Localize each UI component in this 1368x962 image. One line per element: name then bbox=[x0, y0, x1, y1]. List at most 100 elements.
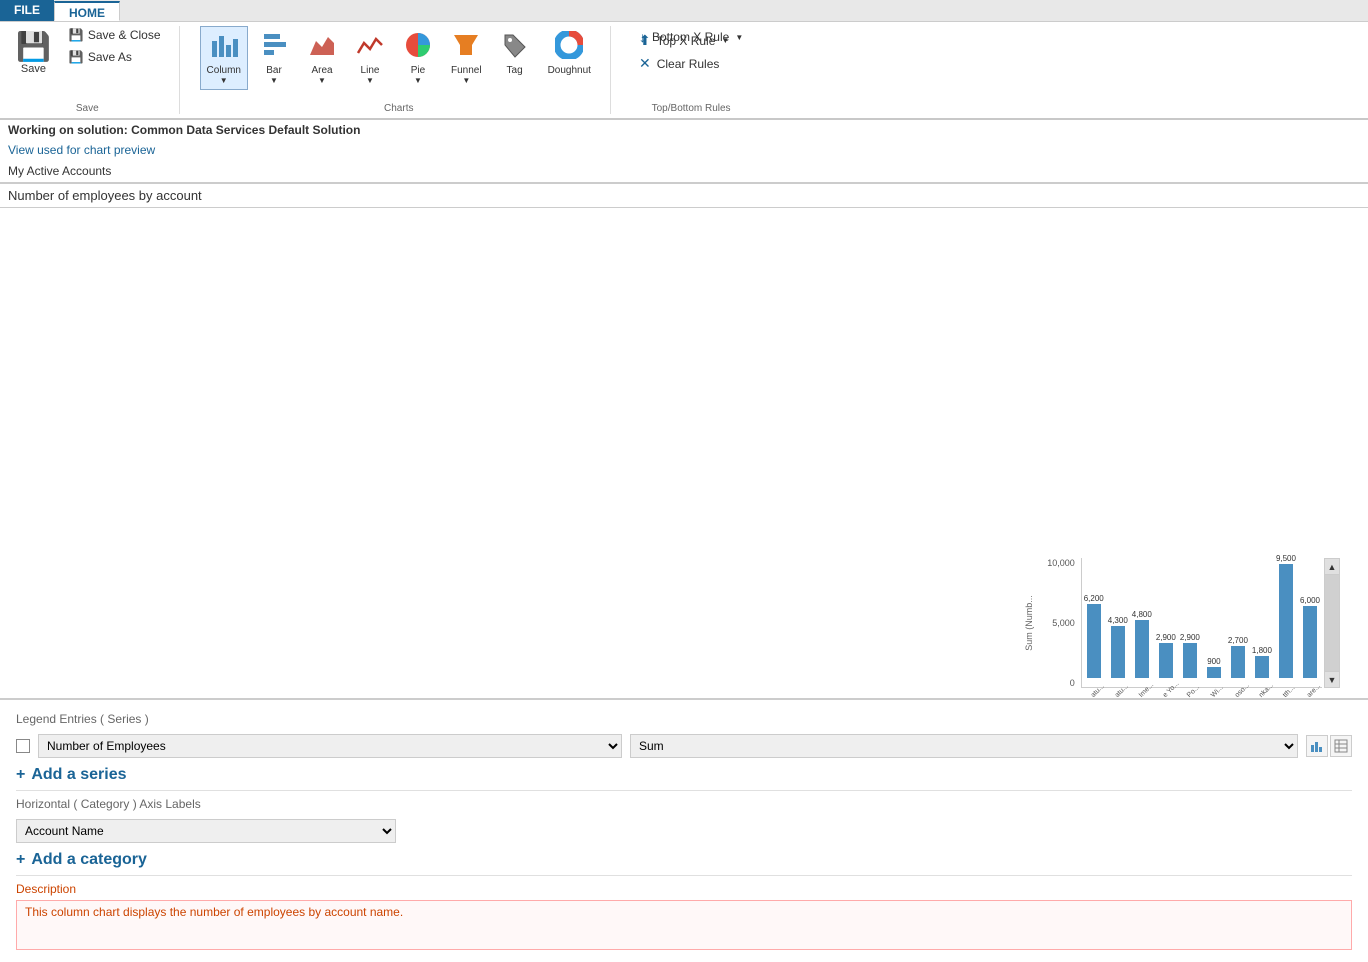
bar-rect-5 bbox=[1207, 667, 1221, 678]
doughnut-icon bbox=[555, 31, 583, 65]
series-field-select[interactable]: Number of Employees bbox=[38, 734, 622, 758]
tab-home[interactable]: HOME bbox=[54, 1, 120, 21]
chart-funnel-button[interactable]: Funnel ▼ bbox=[444, 26, 489, 90]
description-section: Description This column chart displays t… bbox=[16, 882, 1352, 950]
clear-rules-button[interactable]: ✕ Clear Rules bbox=[631, 52, 727, 75]
save-icon: 💾 bbox=[16, 30, 51, 63]
line-label: Line bbox=[361, 65, 380, 76]
clear-rules-icon: ✕ bbox=[639, 55, 651, 72]
series-checkbox[interactable] bbox=[16, 739, 30, 753]
chart-line-button[interactable]: Line ▼ bbox=[348, 26, 392, 90]
series-table-icon-btn[interactable] bbox=[1330, 735, 1352, 757]
tab-file[interactable]: FILE bbox=[0, 0, 54, 21]
category-field-select[interactable]: Account Name bbox=[16, 819, 396, 843]
bar-9: 6,000 are... bbox=[1300, 596, 1320, 687]
bar-rect-1 bbox=[1111, 626, 1125, 678]
area-dropdown-icon: ▼ bbox=[318, 76, 326, 85]
chart-area-button[interactable]: Area ▼ bbox=[300, 26, 344, 90]
y-tick-0: 0 bbox=[1070, 678, 1075, 688]
topbottom-group-title: Top/Bottom Rules bbox=[631, 99, 751, 114]
doughnut-label: Doughnut bbox=[548, 65, 591, 76]
scrollbar-thumb bbox=[1325, 575, 1339, 671]
save-close-label: Save & Close bbox=[88, 28, 161, 42]
tag-label: Tag bbox=[507, 65, 523, 76]
add-category-row[interactable]: + Add a category bbox=[16, 851, 1352, 869]
view-link[interactable]: View used for chart preview bbox=[0, 140, 1368, 160]
top-x-label: Top X Rule bbox=[657, 34, 716, 48]
save-as-label: Save As bbox=[88, 50, 132, 64]
chart-column-button[interactable]: Column ▼ bbox=[200, 26, 248, 90]
bar-8: 9,500 tth... bbox=[1276, 554, 1296, 687]
category-row: Account Name bbox=[16, 819, 1352, 843]
legend-section-title: Legend Entries ( Series ) bbox=[16, 712, 1352, 726]
chart-title-input[interactable] bbox=[8, 188, 1360, 203]
aggregation-select[interactable]: Sum Count Avg Min Max bbox=[630, 734, 1298, 758]
line-dropdown-icon: ▼ bbox=[366, 76, 374, 85]
top-x-icon: ⬆ bbox=[639, 32, 651, 49]
y-tick-5000: 5,000 bbox=[1052, 618, 1075, 628]
description-label: Description bbox=[16, 882, 1352, 896]
save-close-button[interactable]: 💾 Save & Close bbox=[63, 26, 167, 44]
axis-section-title: Horizontal ( Category ) Axis Labels bbox=[16, 797, 1352, 811]
top-x-rule-button[interactable]: ⬆ Top X Rule ▼ bbox=[631, 29, 737, 52]
funnel-label: Funnel bbox=[451, 65, 482, 76]
series-bar-icon-btn[interactable] bbox=[1306, 735, 1328, 757]
description-text: This column chart displays the number of… bbox=[16, 900, 1352, 950]
save-as-icon: 💾 bbox=[69, 50, 84, 64]
column-dropdown-icon: ▼ bbox=[220, 76, 228, 85]
chart-area: 10,000 5,000 0 Sum (Numb... 6,200 atu...… bbox=[0, 208, 1368, 698]
add-series-row[interactable]: + Add a series bbox=[16, 766, 1352, 784]
chart-tag-button[interactable]: Tag bbox=[493, 26, 537, 81]
bar-rect-8 bbox=[1279, 564, 1293, 678]
series-action-buttons bbox=[1306, 735, 1352, 757]
bar-rect-2 bbox=[1135, 620, 1149, 678]
add-series-label: Add a series bbox=[31, 766, 126, 784]
column-icon bbox=[210, 31, 238, 65]
funnel-dropdown-icon: ▼ bbox=[462, 76, 470, 85]
y-axis: 10,000 5,000 0 Sum (Numb... bbox=[1047, 558, 1077, 688]
save-buttons: 💾 Save 💾 Save & Close 💾 Save As bbox=[8, 26, 167, 99]
main-content: 10,000 5,000 0 Sum (Numb... 6,200 atu...… bbox=[0, 208, 1368, 698]
scrollbar-up-btn[interactable]: ▲ bbox=[1325, 559, 1339, 575]
series-row: Number of Employees Sum Count Avg Min Ma… bbox=[16, 734, 1352, 758]
y-axis-label: Sum (Numb... bbox=[1024, 595, 1034, 651]
chart-pie-button[interactable]: Pie ▼ bbox=[396, 26, 440, 90]
chart-wrapper: 10,000 5,000 0 Sum (Numb... 6,200 atu...… bbox=[1047, 558, 1340, 688]
pie-label: Pie bbox=[411, 65, 425, 76]
save-group-title: Save bbox=[8, 99, 167, 114]
y-tick-10000: 10,000 bbox=[1047, 558, 1075, 568]
tab-bar: FILE HOME bbox=[0, 0, 1368, 22]
area-label: Area bbox=[311, 65, 332, 76]
save-sub-buttons: 💾 Save & Close 💾 Save As bbox=[63, 26, 167, 66]
bar-5: 900 Wi... bbox=[1204, 657, 1224, 687]
status-bar: Working on solution: Common Data Service… bbox=[0, 120, 1368, 184]
chart-buttons: Column ▼ Bar ▼ bbox=[200, 26, 598, 99]
add-category-label: Add a category bbox=[31, 851, 147, 869]
account-name: My Active Accounts bbox=[0, 160, 1368, 183]
funnel-icon bbox=[452, 31, 480, 65]
bar-icon bbox=[260, 31, 288, 65]
save-close-icon: 💾 bbox=[69, 28, 84, 42]
bar-4: 2,900 Po... bbox=[1180, 633, 1200, 687]
scrollbar-down-btn[interactable]: ▼ bbox=[1325, 671, 1339, 687]
divider-1 bbox=[16, 790, 1352, 791]
working-on-status: Working on solution: Common Data Service… bbox=[0, 120, 1368, 140]
bar-label: Bar bbox=[266, 65, 282, 76]
save-button[interactable]: 💾 Save bbox=[8, 26, 59, 79]
divider-2 bbox=[16, 875, 1352, 876]
chart-doughnut-button[interactable]: Doughnut bbox=[541, 26, 598, 81]
save-as-button[interactable]: 💾 Save As bbox=[63, 48, 167, 66]
area-icon bbox=[308, 31, 336, 65]
bar-rect-9 bbox=[1303, 606, 1317, 678]
bar-6: 2,700 oso... bbox=[1228, 636, 1248, 687]
column-label: Column bbox=[207, 65, 241, 76]
bar-0: 6,200 atu... bbox=[1084, 594, 1104, 687]
bar-dropdown-icon: ▼ bbox=[270, 76, 278, 85]
chart-scrollbar[interactable]: ▲ ▼ bbox=[1324, 558, 1340, 688]
bar-rect-7 bbox=[1255, 656, 1269, 678]
line-icon bbox=[356, 31, 384, 65]
bar-rect-3 bbox=[1159, 643, 1173, 678]
bar-7: 1,800 nka... bbox=[1252, 646, 1272, 687]
bar-rect-6 bbox=[1231, 646, 1245, 678]
chart-bar-button[interactable]: Bar ▼ bbox=[252, 26, 296, 90]
